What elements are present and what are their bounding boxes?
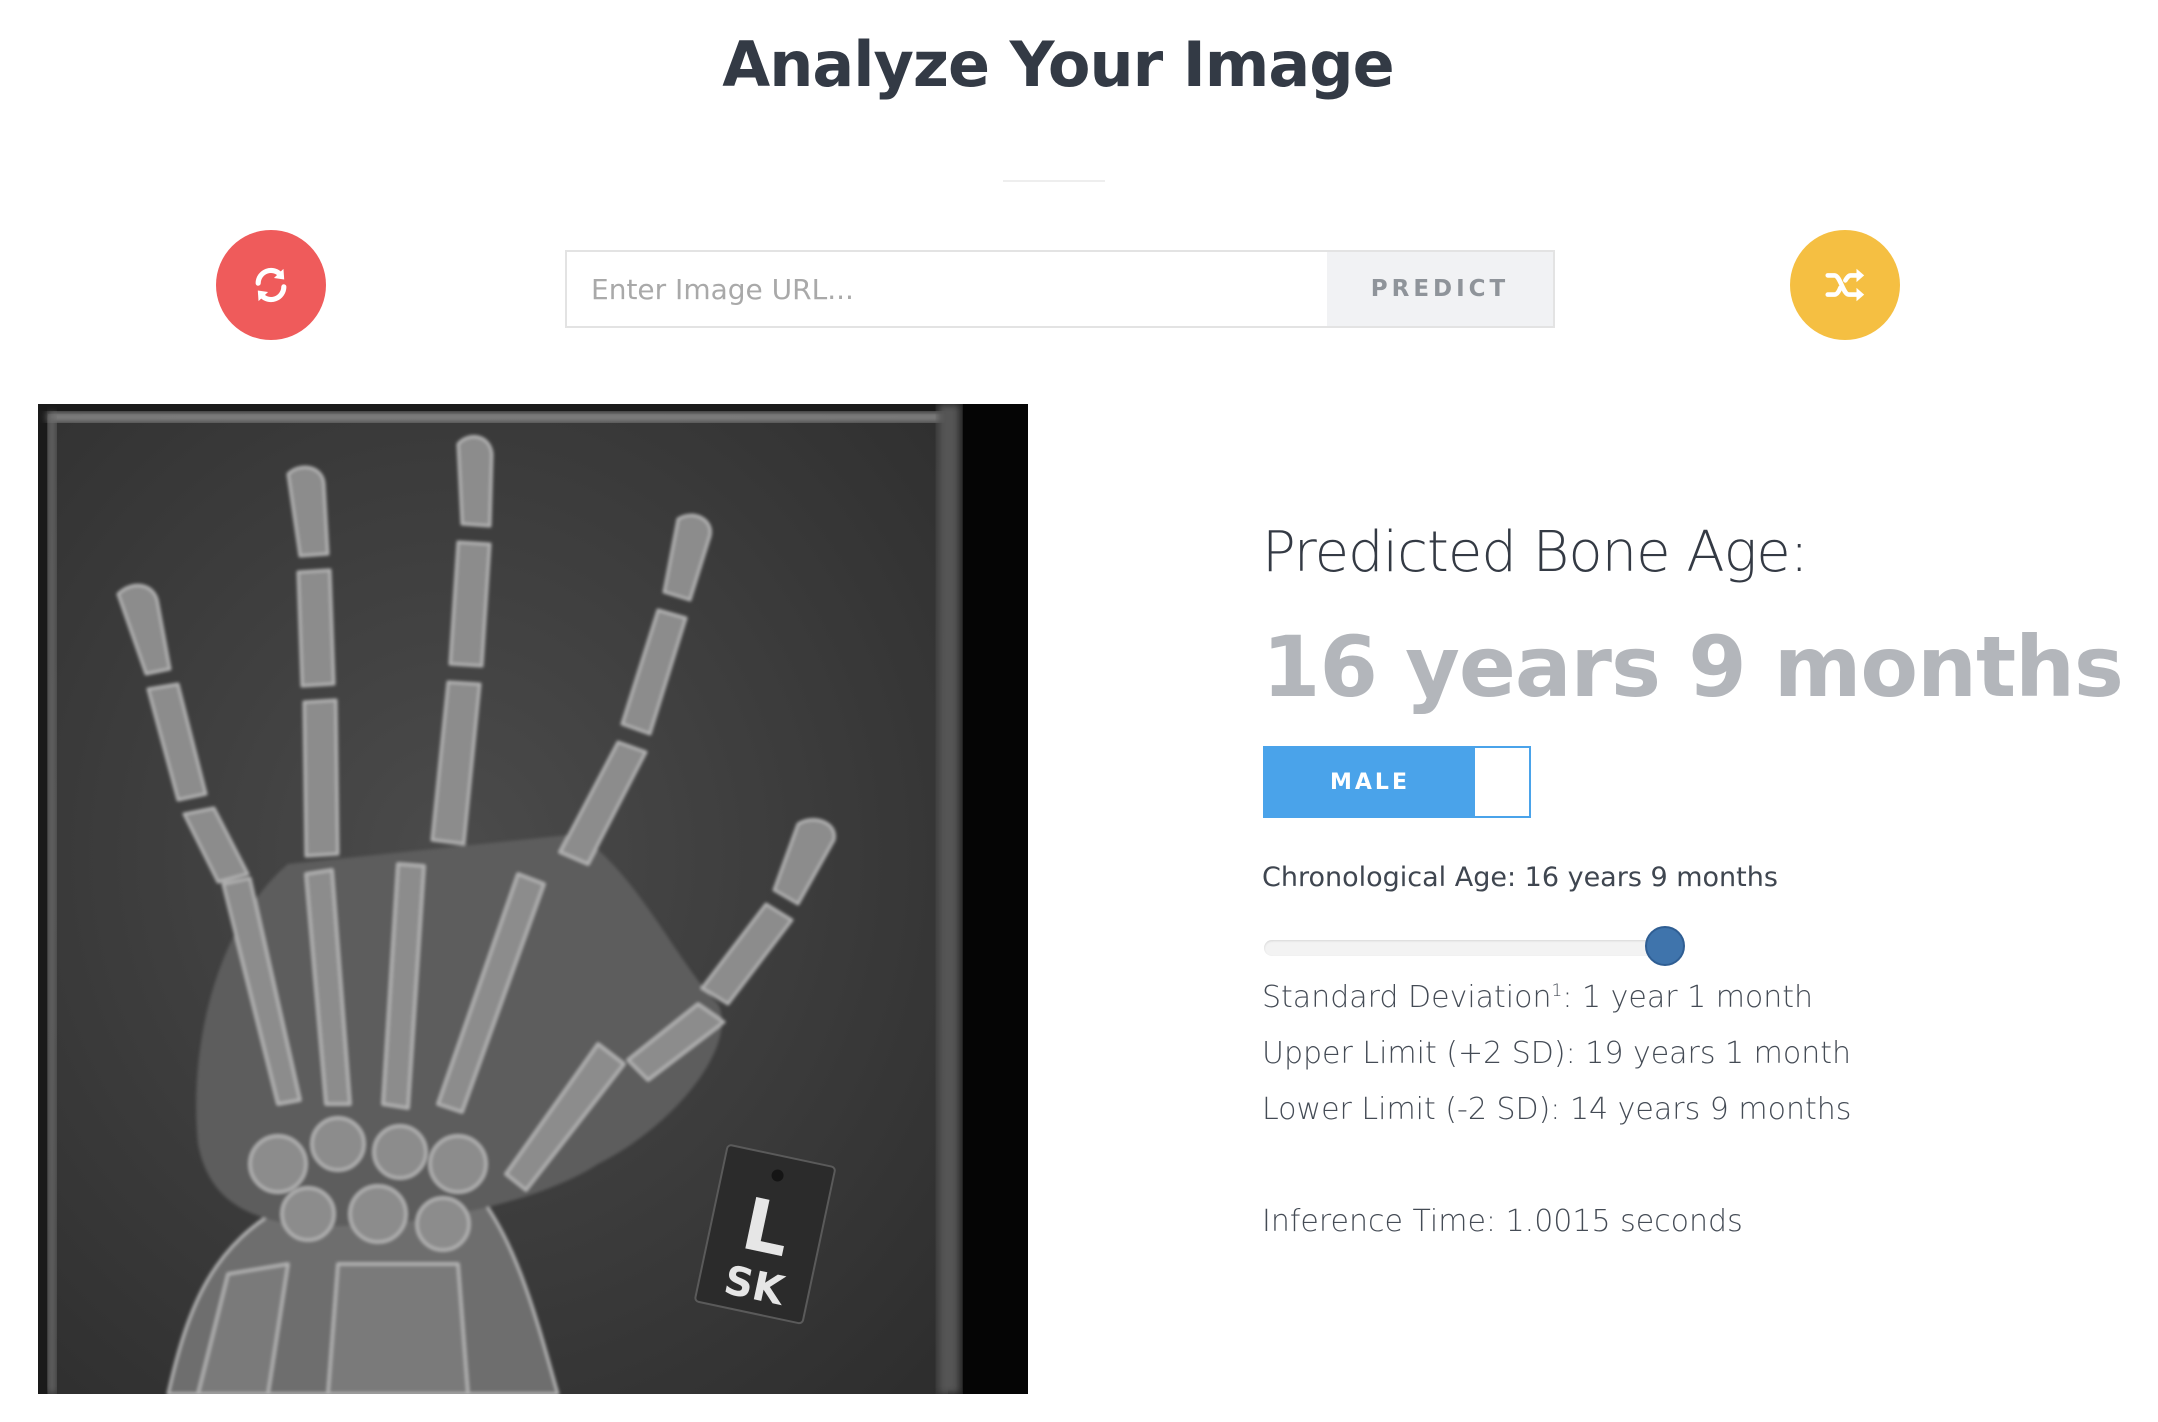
shuffle-icon (1825, 268, 1865, 302)
title-divider (1003, 180, 1105, 182)
inference-time-line: Inference Time: 1.0015 seconds (1262, 1204, 1743, 1239)
refresh-icon (255, 267, 287, 303)
predicted-bone-age-label: Predicted Bone Age: (1262, 520, 1809, 585)
standard-deviation-label: Standard Deviation (1262, 980, 1552, 1015)
refresh-button[interactable] (216, 230, 326, 340)
chronological-age-slider-track[interactable] (1264, 940, 1682, 956)
xray-image: L SK (38, 404, 1028, 1394)
sex-toggle-label: MALE (1265, 748, 1475, 816)
standard-deviation-value: : 1 year 1 month (1562, 980, 1814, 1015)
shuffle-button[interactable] (1790, 230, 1900, 340)
upper-limit-line: Upper Limit (+2 SD): 19 years 1 month (1262, 1036, 1852, 1071)
standard-deviation-footnote: 1 (1551, 981, 1563, 1001)
page-title: Analyze Your Image (722, 28, 1394, 101)
image-url-input[interactable] (567, 252, 1327, 326)
chronological-age-label: Chronological Age: 16 years 9 months (1262, 862, 1778, 893)
predict-button[interactable]: PREDICT (1327, 252, 1553, 326)
sex-toggle[interactable]: MALE (1263, 746, 1531, 818)
url-form: PREDICT (565, 250, 1555, 328)
chronological-age-slider-thumb[interactable] (1645, 926, 1686, 966)
predicted-bone-age-value: 16 years 9 months (1262, 618, 2124, 716)
standard-deviation-line: Standard Deviation1: 1 year 1 month (1262, 980, 1813, 1015)
lower-limit-line: Lower Limit (-2 SD): 14 years 9 months (1262, 1092, 1852, 1127)
sex-toggle-knob (1475, 748, 1529, 816)
